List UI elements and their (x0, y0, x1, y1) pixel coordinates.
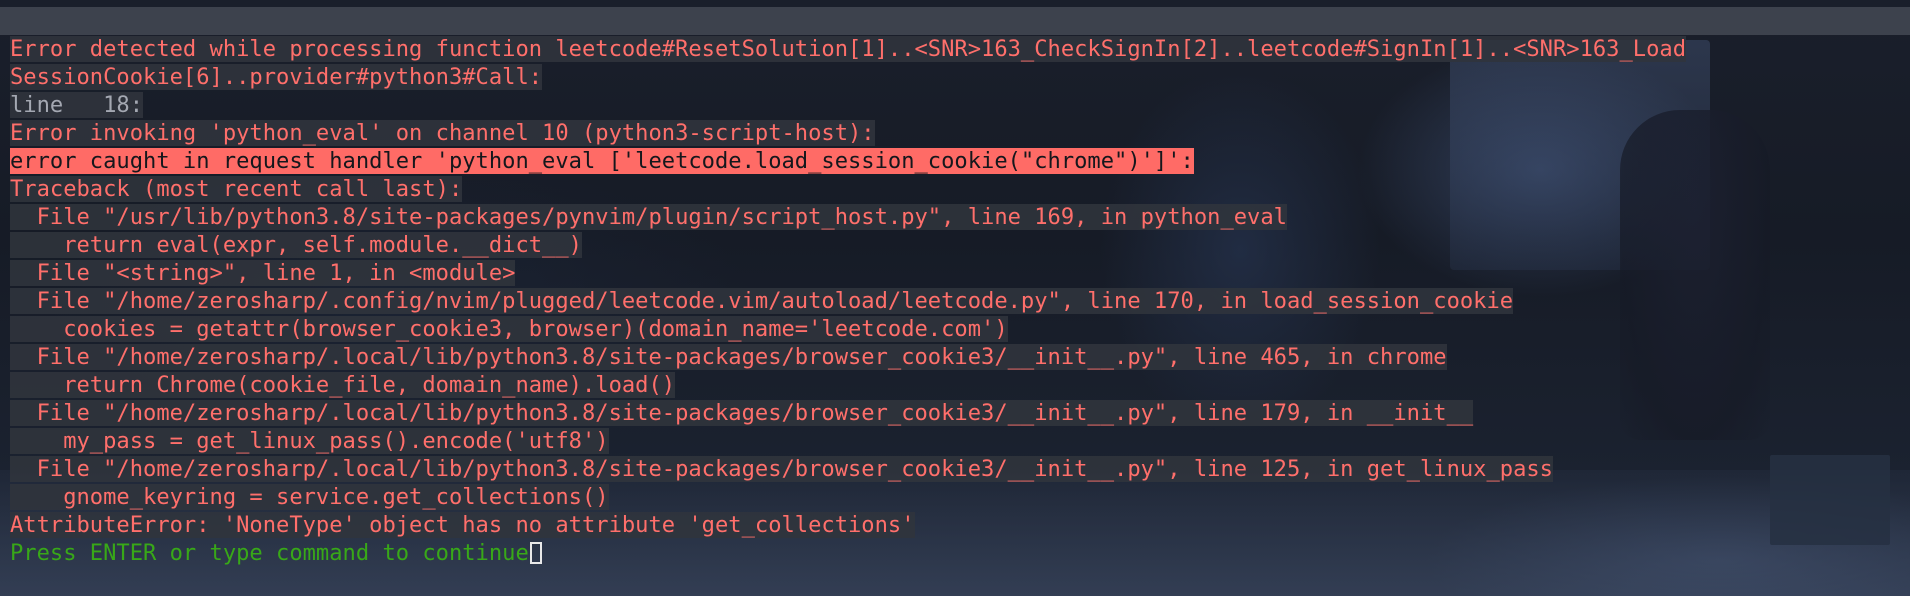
continue-prompt[interactable]: Press ENTER or type command to continue (10, 539, 1905, 567)
line-number-line: line 18: (10, 92, 144, 118)
traceback-line: cookies = getattr(browser_cookie3, brows… (10, 316, 1008, 342)
traceback-line: File "/usr/lib/python3.8/site-packages/p… (10, 204, 1287, 230)
highlighted-error-line: error caught in request handler 'python_… (10, 148, 1194, 174)
error-line: Error invoking 'python_eval' on channel … (10, 120, 875, 146)
continue-prompt-text: Press ENTER or type command to continue (10, 540, 529, 566)
traceback-line: gnome_keyring = service.get_collections(… (10, 484, 609, 510)
traceback-line: return Chrome(cookie_file, domain_name).… (10, 372, 676, 398)
traceback-line: File "/home/zerosharp/.local/lib/python3… (10, 400, 1474, 426)
text-cursor[interactable] (529, 542, 542, 564)
traceback-line: File "/home/zerosharp/.local/lib/python3… (10, 456, 1553, 482)
traceback-line: Traceback (most recent call last): (10, 176, 463, 202)
exception-line: AttributeError: 'NoneType' object has no… (10, 512, 915, 538)
traceback-line: File "/home/zerosharp/.config/nvim/plugg… (10, 288, 1514, 314)
traceback-line: return eval(expr, self.module.__dict__) (10, 232, 582, 258)
error-line: Error detected while processing function… (10, 36, 1686, 62)
editor-top-bar (0, 7, 1910, 35)
nvim-message-area: Error detected while processing function… (10, 35, 1905, 567)
traceback-line: File "<string>", line 1, in <module> (10, 260, 516, 286)
error-line: SessionCookie[6]..provider#python3#Call: (10, 64, 543, 90)
traceback-line: File "/home/zerosharp/.local/lib/python3… (10, 344, 1447, 370)
traceback-line: my_pass = get_linux_pass().encode('utf8'… (10, 428, 609, 454)
